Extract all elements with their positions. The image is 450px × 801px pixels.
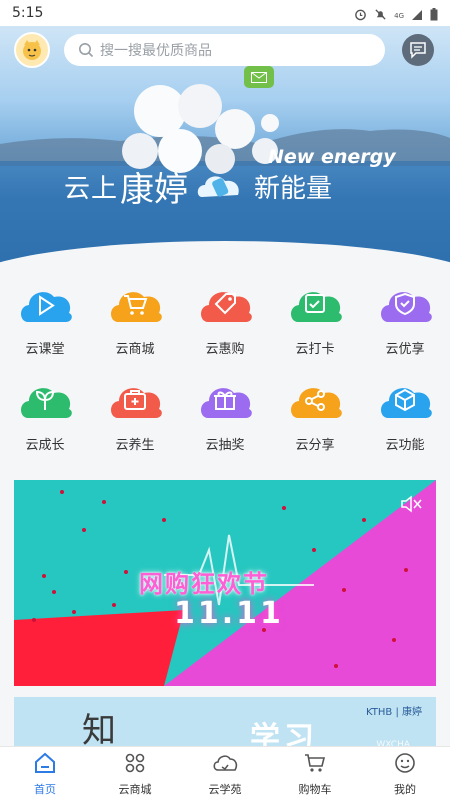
grid-label: 云分享 (295, 438, 335, 453)
grid-label: 云商城 (115, 342, 155, 357)
status-icons: 4G (354, 6, 438, 25)
grid-item-choujiang[interactable]: 云抽奖 (180, 378, 270, 453)
battery-icon (430, 6, 438, 25)
share-icon (288, 378, 342, 426)
grid-item-chengzhang[interactable]: 云成长 (0, 378, 90, 453)
cart-icon (108, 282, 162, 330)
play-icon (18, 282, 72, 330)
hero-energy-en: New energy (268, 146, 396, 168)
grid-item-shangcheng[interactable]: 云商城 (90, 282, 180, 357)
grid-label: 云养生 (115, 438, 155, 453)
grid-label: 云优享 (385, 342, 425, 357)
status-bar: 5:15 4G (0, 0, 450, 26)
sound-off-icon[interactable] (400, 494, 424, 518)
tab-label: 云学苑 (208, 782, 242, 796)
tab-cart[interactable]: 购物车 (270, 747, 360, 801)
banner2-text-right: 学习 (250, 721, 318, 747)
grid-label: 云打卡 (295, 342, 335, 357)
grid-label: 云课堂 (25, 342, 65, 357)
banner-title: 网购狂欢节 (139, 570, 269, 598)
gift-icon (198, 378, 252, 426)
search-input[interactable]: 搜一搜最优质商品 (64, 34, 385, 66)
message-button[interactable] (402, 34, 434, 66)
cart-icon (303, 752, 327, 778)
status-time: 5:15 (12, 5, 44, 21)
promo-banner-study[interactable]: 知 KTHB | 康婷 学习 (14, 697, 436, 747)
tab-profile[interactable]: 我的 (360, 747, 450, 801)
cloud-icon (212, 752, 238, 778)
medkit-icon (108, 378, 162, 426)
avatar[interactable] (14, 32, 50, 68)
hero-brand-name: 康婷 (120, 170, 189, 210)
grid-item-fenxiang[interactable]: 云分享 (270, 378, 360, 453)
leaf-logo-icon (196, 167, 246, 207)
tab-mall[interactable]: 云商城 (90, 747, 180, 801)
tab-label: 我的 (394, 782, 416, 796)
promo-banner-1111[interactable]: 网购狂欢节 11.11 (14, 480, 436, 686)
chat-icon (409, 41, 427, 59)
grid-label: 云惠购 (205, 342, 245, 357)
tab-academy[interactable]: 云学苑 (180, 747, 270, 801)
hero-slogan: 云上 康婷 新能量 (64, 162, 332, 211)
grid-item-yangsheng[interactable]: 云养生 (90, 378, 180, 453)
bottom-tab-bar: 首页 云商城 云学苑 购物车 我的 (0, 746, 450, 801)
sprout-icon (18, 378, 72, 426)
tab-label: 购物车 (298, 782, 332, 796)
signal-icon (411, 6, 423, 25)
hero-brand-prefix: 云上 (64, 174, 119, 204)
tab-label: 首页 (34, 782, 56, 796)
home-icon (33, 752, 57, 778)
grid-item-ketang[interactable]: 云课堂 (0, 282, 90, 357)
shield-check-icon (378, 282, 432, 330)
search-icon (78, 42, 94, 58)
cube-icon (378, 378, 432, 426)
alarm-icon (354, 6, 367, 25)
network-label: 4G (394, 11, 404, 20)
user-icon (393, 752, 417, 778)
mute-icon (374, 6, 387, 25)
search-placeholder: 搜一搜最优质商品 (100, 43, 212, 59)
hero-energy-cn: 新能量 (254, 174, 333, 204)
mail-bubble-icon (244, 66, 274, 88)
banner2-text-left: 知 (82, 711, 116, 747)
grid-item-daka[interactable]: 云打卡 (270, 282, 360, 357)
grid-label: 云功能 (385, 438, 425, 453)
grid-icon (123, 752, 147, 778)
tag-icon (198, 282, 252, 330)
grid-item-huigou[interactable]: 云惠购 (180, 282, 270, 357)
banner2-brand: KTHB | 康婷 (366, 707, 422, 718)
grid-item-youxiang[interactable]: 云优享 (360, 282, 450, 357)
calendar-check-icon (288, 282, 342, 330)
banner-number: 11.11 (174, 596, 284, 631)
tab-label: 云商城 (118, 782, 152, 796)
grid-label: 云成长 (25, 438, 65, 453)
grid-label: 云抽奖 (205, 438, 245, 453)
grid-item-gongneng[interactable]: 云功能 (360, 378, 450, 453)
tab-home[interactable]: 首页 (0, 747, 90, 801)
